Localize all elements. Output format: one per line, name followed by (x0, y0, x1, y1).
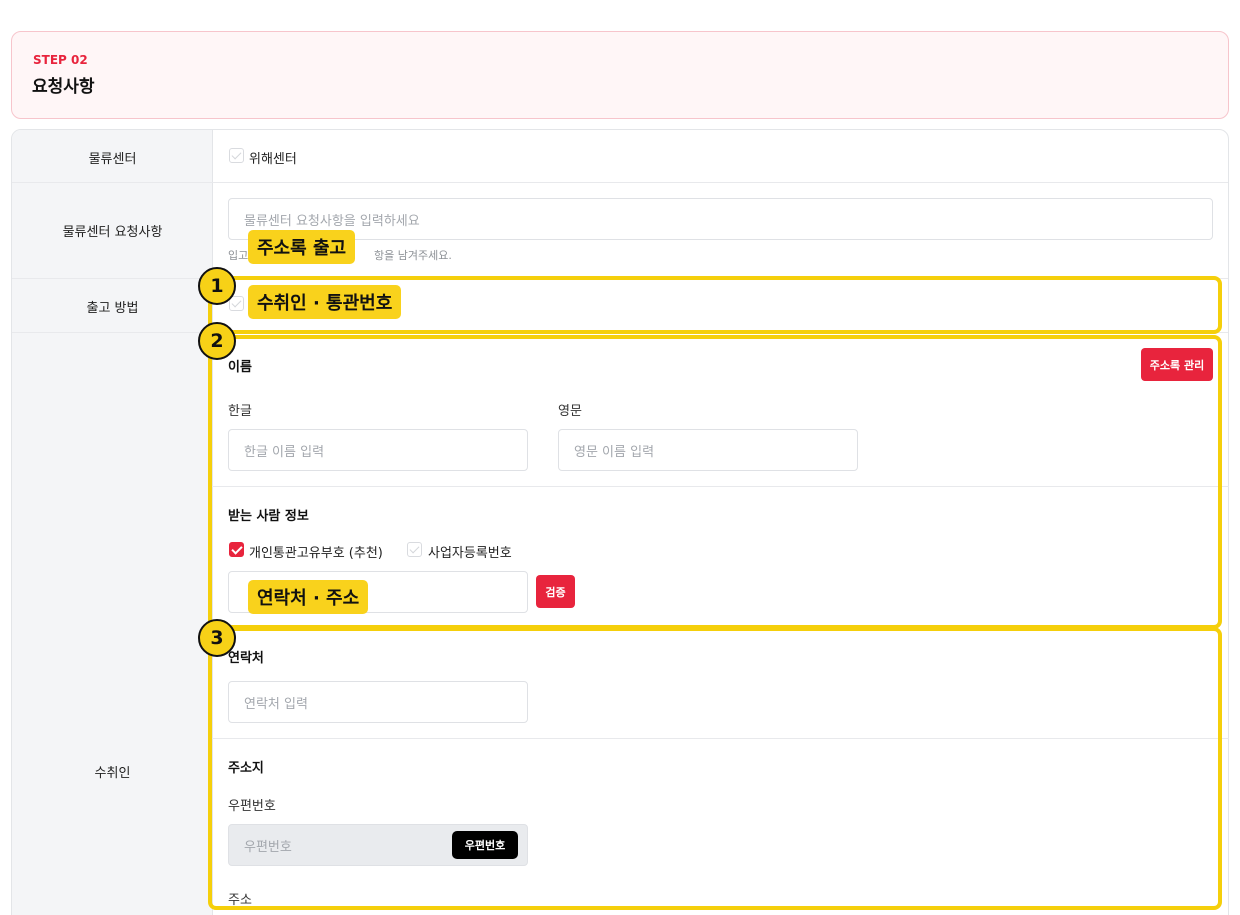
help-text-suffix: 항을 남겨주세요. (374, 249, 452, 262)
row-divider (12, 182, 1228, 183)
step-header: STEP 02 요청사항 (11, 31, 1229, 119)
tag-recipient-customs: 수취인 · 통관번호 (248, 285, 402, 319)
highlight-box-3 (208, 627, 1222, 910)
step-title: 요청사항 (32, 77, 95, 97)
tag-contact-address: 연락처 · 주소 (248, 580, 369, 614)
help-text-prefix: 입고 (228, 249, 249, 262)
center-request-input[interactable]: 물류센터 요청사항을 입력하세요 (228, 198, 1213, 240)
badge-number-1: 1 (198, 267, 236, 305)
badge-number-2: 2 (198, 322, 236, 360)
badge-number-3: 3 (198, 619, 236, 657)
row-label-recipient: 수취인 (94, 766, 131, 781)
weihai-center-checkbox[interactable] (229, 148, 244, 163)
step-label: STEP 02 (33, 53, 88, 67)
weihai-center-label: 위해센터 (249, 152, 297, 167)
label-column (12, 130, 213, 915)
row-label-shipping-method: 출고 방법 (86, 301, 139, 316)
tag-address-book-shipping: 주소록 출고 (248, 230, 356, 264)
row-label-center-request: 물류센터 요청사항 (62, 225, 163, 240)
row-label-center: 물류센터 (88, 152, 137, 167)
